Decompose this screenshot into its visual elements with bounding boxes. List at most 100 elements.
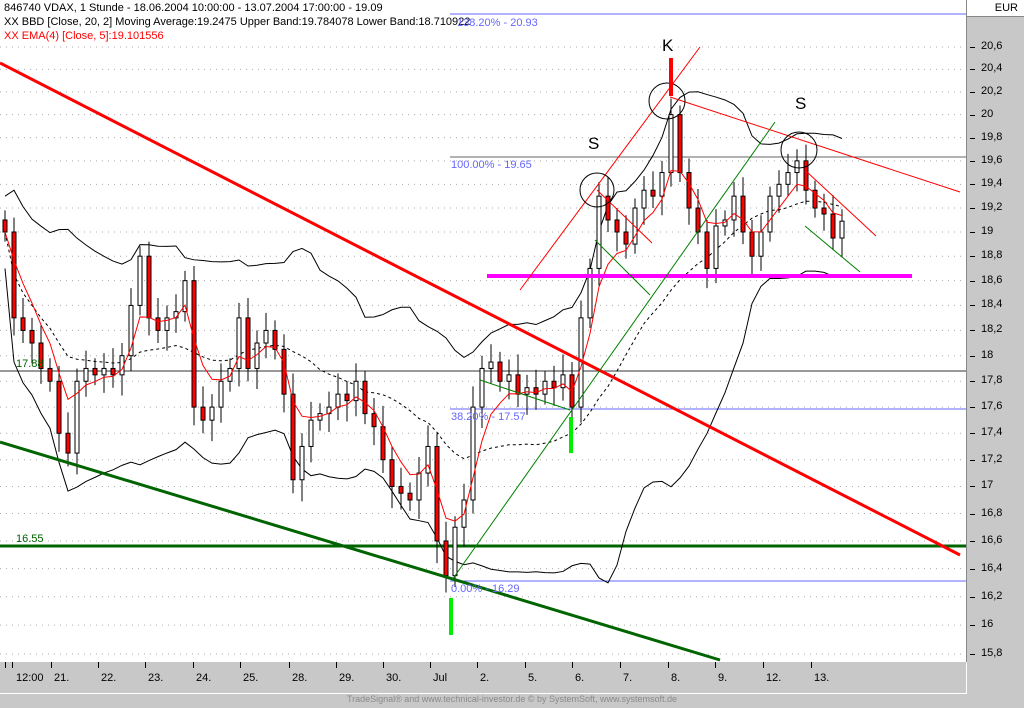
- y-tick: [970, 330, 975, 332]
- y-tick-label: 18,8: [981, 249, 1003, 262]
- y-tick-label: 18,2: [981, 323, 1003, 336]
- head-letter: K: [662, 36, 674, 55]
- y-tick: [970, 513, 975, 515]
- y-tick-label: 17,8: [981, 374, 1003, 387]
- y-tick: [970, 625, 975, 627]
- low-marker: [449, 598, 453, 635]
- candle-down: [290, 393, 296, 481]
- candle-down: [272, 329, 278, 350]
- y-tick: [970, 91, 975, 93]
- y-tick: [970, 596, 975, 598]
- y-tick-label: 18,4: [981, 298, 1003, 311]
- candle-down: [155, 317, 161, 331]
- bollinger-legend[interactable]: XX BBD [Close, 20, 2] Moving Average:19.…: [4, 16, 470, 29]
- y-tick-label: 17,6: [981, 400, 1003, 413]
- shoulder-right-letter: S: [795, 94, 807, 113]
- candle-up: [506, 374, 512, 382]
- candle-up: [785, 172, 791, 185]
- candle-down: [677, 114, 683, 174]
- candle-up: [218, 380, 224, 408]
- x-tick-label: 23.: [148, 672, 164, 684]
- x-tick-label: 30.: [386, 672, 402, 684]
- downtrend-line-red: [0, 61, 961, 557]
- x-tick: [525, 662, 526, 668]
- x-tick-label: 12.: [766, 672, 782, 684]
- y-tick: [970, 280, 975, 282]
- chart-title: 846740 VDAX, 1 Stunde - 18.06.2004 10:00…: [4, 2, 383, 14]
- candle-down: [65, 432, 71, 454]
- candle-down: [362, 380, 368, 415]
- y-tick-label: 16,6: [981, 533, 1003, 546]
- candle-down: [623, 231, 629, 245]
- y-tick: [970, 231, 975, 233]
- candle-up: [731, 195, 737, 221]
- candles: [2, 98, 845, 593]
- x-tick-label: 6.: [575, 672, 585, 684]
- y-tick: [970, 407, 975, 409]
- candle-up: [227, 367, 233, 382]
- x-tick: [572, 662, 573, 668]
- x-tick-label: 25.: [243, 672, 259, 684]
- x-tick: [240, 662, 241, 668]
- y-tick-label: 17: [981, 479, 994, 492]
- candle-down: [749, 231, 755, 257]
- candle-down: [146, 255, 152, 319]
- x-tick-label: 21.: [54, 672, 70, 684]
- y-tick: [970, 653, 975, 655]
- x-tick: [763, 662, 764, 668]
- x-tick: [668, 662, 669, 668]
- y-tick-label: 15,8: [981, 646, 1003, 659]
- x-tick: [51, 662, 52, 668]
- x-tick-label: 5.: [528, 672, 538, 684]
- candle-up: [668, 114, 674, 174]
- candle-down: [92, 367, 98, 376]
- ema-legend[interactable]: XX EMA(4) [Close, 5]:19.101556: [4, 30, 164, 43]
- y-tick-label: 16: [981, 618, 994, 631]
- candle-up: [308, 419, 314, 447]
- y-tick-label: 19,2: [981, 201, 1003, 214]
- candle-up: [299, 445, 305, 481]
- y-tick: [970, 69, 975, 71]
- candle-up: [479, 367, 485, 408]
- candle-up: [794, 160, 800, 174]
- flag-green-1: [594, 239, 651, 296]
- candle-up: [560, 374, 566, 389]
- candle-up: [542, 380, 548, 395]
- y-tick: [970, 137, 975, 139]
- candle-up: [263, 329, 269, 344]
- y-tick-label: 20,4: [981, 62, 1003, 75]
- y-tick-label: 20,6: [981, 40, 1003, 52]
- x-tick-label: 2.: [480, 672, 490, 684]
- y-tick: [970, 486, 975, 488]
- candle-down: [47, 367, 53, 382]
- y-tick-label: 16,8: [981, 506, 1003, 519]
- y-tick: [970, 433, 975, 435]
- candle-up: [758, 231, 764, 257]
- candle-up: [839, 220, 845, 239]
- y-tick: [970, 540, 975, 542]
- y-tick: [970, 114, 975, 116]
- candle-down: [407, 492, 413, 501]
- y-tick: [970, 305, 975, 307]
- x-tick-label: 22.: [101, 672, 117, 684]
- chart-plot-area[interactable]: 846740 VDAX, 1 Stunde - 18.06.2004 10:00…: [0, 0, 967, 662]
- candle-down: [344, 393, 350, 402]
- level-1655-label: 16.55: [16, 533, 44, 545]
- candle-down: [533, 387, 539, 395]
- x-tick: [715, 662, 716, 668]
- candle-down: [740, 195, 746, 233]
- x-tick: [5, 662, 6, 668]
- candle-down: [2, 219, 8, 233]
- resistance-red: [669, 96, 961, 193]
- y-tick: [970, 208, 975, 210]
- x-tick: [477, 662, 478, 668]
- shoulder-left-letter: S: [588, 134, 600, 153]
- y-tick-label: 19: [981, 224, 994, 237]
- x-tick: [430, 662, 431, 668]
- y-tick: [970, 459, 975, 461]
- y-tick-label: 20: [981, 107, 994, 120]
- candle-down: [704, 231, 710, 269]
- candle-down: [11, 231, 17, 319]
- y-tick-label: 16,4: [981, 561, 1003, 574]
- candle-down: [650, 189, 656, 197]
